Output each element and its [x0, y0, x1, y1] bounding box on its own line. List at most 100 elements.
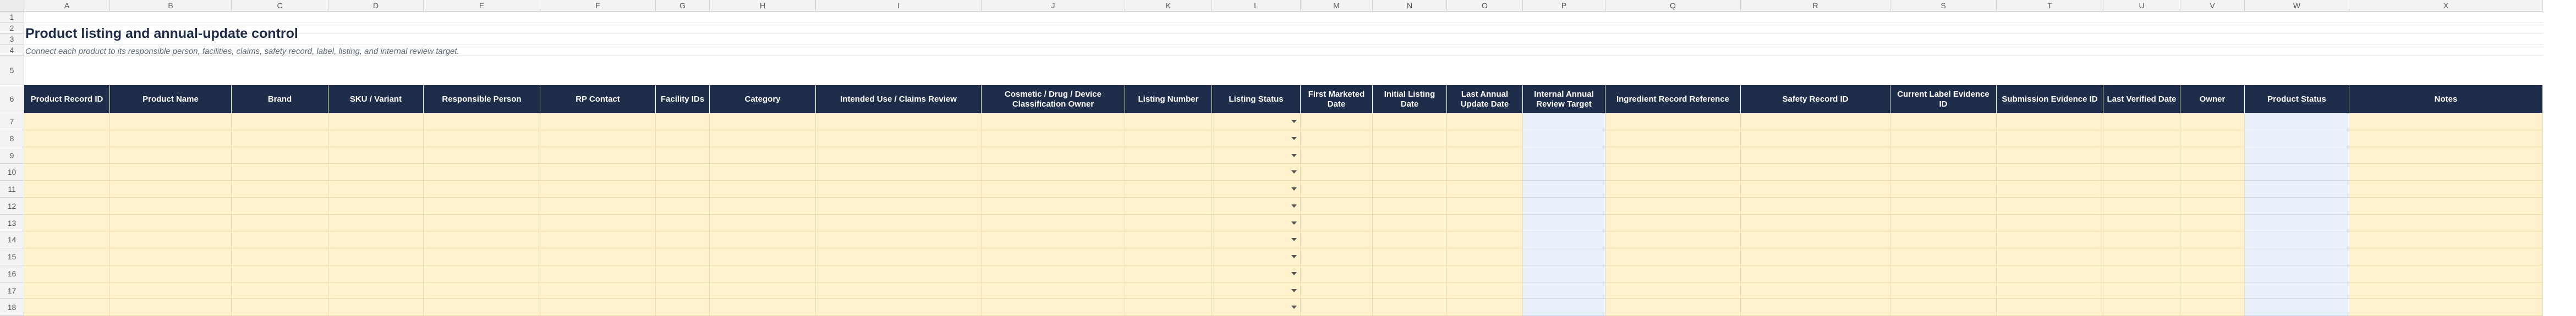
- table-cell[interactable]: [1523, 113, 1605, 130]
- table-cell[interactable]: [1997, 164, 2103, 181]
- table-cell[interactable]: [982, 215, 1125, 231]
- table-cell[interactable]: [710, 181, 816, 198]
- table-cell[interactable]: [24, 130, 110, 147]
- header-cell[interactable]: Product Record ID: [24, 85, 110, 113]
- table-cell[interactable]: [232, 231, 328, 248]
- table-cell[interactable]: [1605, 248, 1741, 265]
- table-cell[interactable]: [1890, 181, 1997, 198]
- table-cell[interactable]: [1997, 130, 2103, 147]
- table-cell[interactable]: [24, 215, 110, 231]
- table-cell[interactable]: [424, 198, 540, 215]
- dropdown-cell[interactable]: [1212, 265, 1301, 282]
- table-cell[interactable]: [328, 215, 424, 231]
- table-cell[interactable]: [328, 198, 424, 215]
- table-cell[interactable]: [982, 113, 1125, 130]
- table-cell[interactable]: [2103, 265, 2180, 282]
- table-cell[interactable]: [2103, 215, 2180, 231]
- header-cell[interactable]: Ingredient Record Reference: [1605, 85, 1741, 113]
- table-cell[interactable]: [1447, 113, 1523, 130]
- column-header-f[interactable]: F: [540, 0, 656, 12]
- table-cell[interactable]: [1890, 265, 1997, 282]
- table-cell[interactable]: [656, 147, 710, 164]
- chevron-down-icon[interactable]: [1291, 137, 1297, 140]
- table-cell[interactable]: [1373, 215, 1447, 231]
- table-cell[interactable]: [232, 299, 328, 316]
- table-cell[interactable]: [2245, 198, 2349, 215]
- table-cell[interactable]: [1301, 282, 1373, 299]
- table-cell[interactable]: [2180, 299, 2245, 316]
- table-cell[interactable]: [656, 130, 710, 147]
- table-cell[interactable]: [2245, 265, 2349, 282]
- table-cell[interactable]: [328, 130, 424, 147]
- table-cell[interactable]: [1997, 181, 2103, 198]
- column-header-i[interactable]: I: [816, 0, 982, 12]
- table-cell[interactable]: [2180, 248, 2245, 265]
- table-cell[interactable]: [1373, 265, 1447, 282]
- table-cell[interactable]: [1301, 181, 1373, 198]
- table-cell[interactable]: [2349, 299, 2543, 316]
- table-cell[interactable]: [232, 164, 328, 181]
- header-cell[interactable]: Product Status: [2245, 85, 2349, 113]
- table-cell[interactable]: [1605, 113, 1741, 130]
- table-cell[interactable]: [110, 198, 232, 215]
- table-cell[interactable]: [710, 248, 816, 265]
- table-cell[interactable]: [24, 164, 110, 181]
- table-cell[interactable]: [2245, 164, 2349, 181]
- table-cell[interactable]: [1523, 130, 1605, 147]
- column-header-j[interactable]: J: [982, 0, 1125, 12]
- table-cell[interactable]: [1373, 113, 1447, 130]
- row-header-12[interactable]: 12: [0, 198, 24, 215]
- table-cell[interactable]: [424, 113, 540, 130]
- table-cell[interactable]: [1523, 198, 1605, 215]
- chevron-down-icon[interactable]: [1291, 272, 1297, 275]
- table-cell[interactable]: [816, 215, 982, 231]
- table-cell[interactable]: [2103, 113, 2180, 130]
- table-cell[interactable]: [1523, 164, 1605, 181]
- table-cell[interactable]: [1605, 265, 1741, 282]
- dropdown-cell[interactable]: [1212, 198, 1301, 215]
- table-cell[interactable]: [982, 198, 1125, 215]
- table-cell[interactable]: [1741, 198, 1890, 215]
- chevron-down-icon[interactable]: [1291, 153, 1297, 157]
- table-cell[interactable]: [2180, 113, 2245, 130]
- table-cell[interactable]: [656, 181, 710, 198]
- table-cell[interactable]: [424, 248, 540, 265]
- column-header-u[interactable]: U: [2103, 0, 2180, 12]
- row-header-3[interactable]: 3: [0, 34, 24, 45]
- table-cell[interactable]: [816, 265, 982, 282]
- table-cell[interactable]: [110, 181, 232, 198]
- table-cell[interactable]: [1741, 113, 1890, 130]
- table-cell[interactable]: [816, 164, 982, 181]
- table-cell[interactable]: [1997, 282, 2103, 299]
- column-header-t[interactable]: T: [1997, 0, 2103, 12]
- table-cell[interactable]: [656, 265, 710, 282]
- table-cell[interactable]: [1741, 164, 1890, 181]
- header-cell[interactable]: Safety Record ID: [1741, 85, 1890, 113]
- table-cell[interactable]: [1301, 215, 1373, 231]
- table-cell[interactable]: [110, 113, 232, 130]
- row-header-4[interactable]: 4: [0, 45, 24, 56]
- column-header-m[interactable]: M: [1301, 0, 1373, 12]
- table-cell[interactable]: [710, 164, 816, 181]
- column-header-r[interactable]: R: [1741, 0, 1890, 12]
- table-cell[interactable]: [1301, 164, 1373, 181]
- table-cell[interactable]: [24, 282, 110, 299]
- table-cell[interactable]: [2180, 265, 2245, 282]
- table-cell[interactable]: [540, 147, 656, 164]
- column-header-s[interactable]: S: [1890, 0, 1997, 12]
- row-header-2[interactable]: 2: [0, 23, 24, 34]
- table-cell[interactable]: [1447, 130, 1523, 147]
- table-cell[interactable]: [1605, 181, 1741, 198]
- table-cell[interactable]: [1741, 130, 1890, 147]
- table-cell[interactable]: [2245, 231, 2349, 248]
- table-cell[interactable]: [1373, 282, 1447, 299]
- table-cell[interactable]: [1890, 164, 1997, 181]
- table-cell[interactable]: [710, 282, 816, 299]
- table-cell[interactable]: [328, 147, 424, 164]
- table-cell[interactable]: [2349, 130, 2543, 147]
- header-cell[interactable]: Listing Status: [1212, 85, 1301, 113]
- column-header-w[interactable]: W: [2245, 0, 2349, 12]
- table-cell[interactable]: [110, 147, 232, 164]
- table-cell[interactable]: [1997, 265, 2103, 282]
- table-cell[interactable]: [110, 265, 232, 282]
